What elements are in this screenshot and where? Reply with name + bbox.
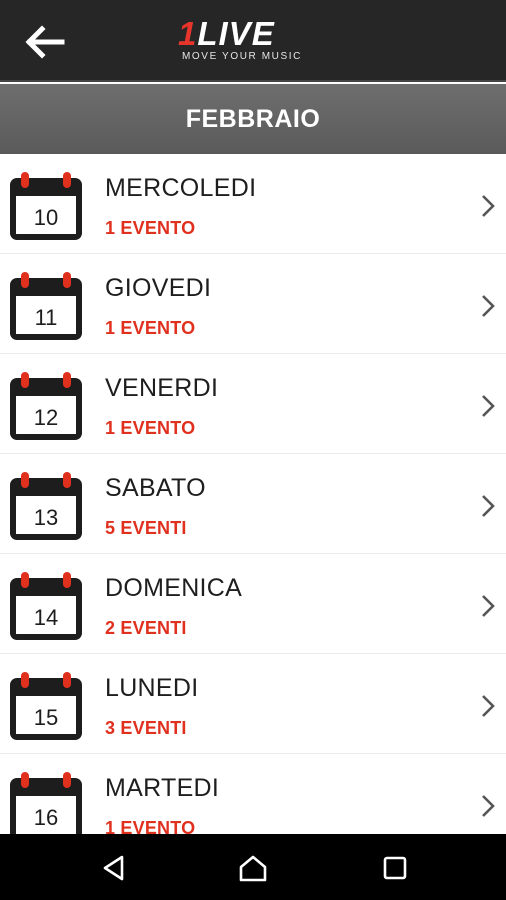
calendar-date: 11 [35, 305, 58, 330]
chevron-right-icon [482, 295, 495, 317]
calendar-icon: 14 [10, 572, 82, 640]
arrow-left-icon [25, 25, 65, 59]
calendar-date: 15 [34, 705, 58, 730]
calendar-icon: 15 [10, 672, 82, 740]
system-nav-bar [0, 834, 506, 900]
calendar-icon: 11 [10, 272, 82, 340]
chevron-right-icon [482, 195, 495, 217]
chevron-right-icon [482, 695, 495, 717]
chevron-right-icon [482, 595, 495, 617]
weekday-label: SABATO [105, 474, 206, 502]
event-count: 5 EVENTI [105, 518, 187, 538]
nav-back-button[interactable] [98, 852, 130, 884]
home-icon [239, 855, 267, 882]
calendar-date: 10 [34, 205, 58, 230]
day-list: 10 MERCOLEDI 1 EVENTO 11 GIOVEDI 1 EVENT… [0, 154, 506, 834]
event-count: 1 EVENTO [105, 218, 196, 238]
calendar-date: 14 [34, 605, 58, 630]
day-row[interactable]: 10 MERCOLEDI 1 EVENTO [0, 154, 506, 254]
calendar-icon: 12 [10, 372, 82, 440]
weekday-label: VENERDI [105, 374, 219, 402]
event-count: 1 EVENTO [105, 318, 196, 338]
event-count: 1 EVENTO [105, 818, 196, 834]
weekday-label: GIOVEDI [105, 274, 212, 302]
weekday-label: LUNEDI [105, 674, 199, 702]
chevron-right-icon [482, 795, 495, 817]
back-button[interactable] [22, 22, 66, 62]
calendar-icon: 16 [10, 772, 82, 834]
day-row[interactable]: 14 DOMENICA 2 EVENTI [0, 554, 506, 654]
calendar-icon: 13 [10, 472, 82, 540]
event-count: 2 EVENTI [105, 618, 187, 638]
month-header: FEBBRAIO [0, 84, 506, 154]
chevron-right-icon [482, 495, 495, 517]
calendar-icon: 10 [10, 172, 82, 240]
recents-square-icon [383, 856, 407, 880]
nav-home-button[interactable] [237, 852, 269, 884]
day-row[interactable]: 12 VENERDI 1 EVENTO [0, 354, 506, 454]
month-title: FEBBRAIO [185, 104, 321, 133]
back-triangle-icon [103, 855, 124, 881]
weekday-label: MARTEDI [105, 774, 220, 802]
day-row[interactable]: 11 GIOVEDI 1 EVENTO [0, 254, 506, 354]
event-count: 3 EVENTI [105, 718, 187, 738]
chevron-right-icon [482, 395, 495, 417]
logo-wordmark: 1LIVE [178, 15, 275, 52]
event-count: 1 EVENTO [105, 418, 196, 438]
calendar-date: 16 [34, 805, 58, 830]
weekday-label: DOMENICA [105, 574, 243, 602]
app-header: 1LIVE MOVE YOUR MUSIC [0, 0, 506, 82]
calendar-date: 13 [34, 505, 58, 530]
weekday-label: MERCOLEDI [105, 174, 257, 202]
nav-recents-button[interactable] [379, 852, 411, 884]
day-row[interactable]: 16 MARTEDI 1 EVENTO [0, 754, 506, 834]
day-row[interactable]: 13 SABATO 5 EVENTI [0, 454, 506, 554]
day-row[interactable]: 15 LUNEDI 3 EVENTI [0, 654, 506, 754]
brand-logo: 1LIVE MOVE YOUR MUSIC [178, 15, 330, 66]
logo-tagline: MOVE YOUR MUSIC [182, 51, 302, 62]
calendar-date: 12 [34, 405, 58, 430]
